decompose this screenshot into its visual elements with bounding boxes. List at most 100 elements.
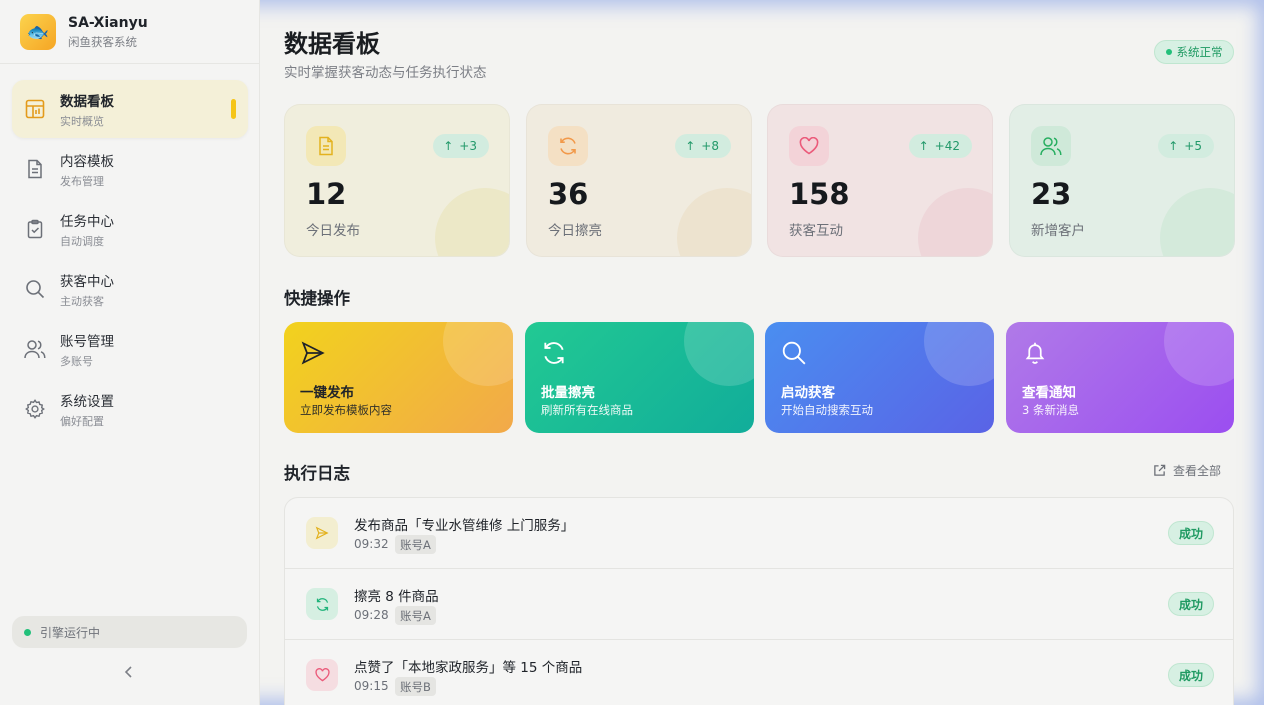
logs-title: 执行日志 [284, 464, 350, 483]
status-dot [1165, 49, 1172, 55]
stat-label: 新增客户 [1031, 223, 1085, 239]
sidebar-item-settings[interactable]: 系统设置 偏好配置 [12, 380, 248, 438]
clipboard-check-icon [24, 218, 46, 240]
app-subtitle: 闲鱼获客系统 [68, 34, 137, 49]
quick-actions-title: 快捷操作 [284, 289, 350, 308]
system-status-badge: 系统正常 [1154, 40, 1234, 64]
action-subtitle: 3 条新消息 [1022, 403, 1079, 417]
stat-card-publish: ↑ +3 12 今日发布 [284, 104, 510, 257]
sidebar-item-templates[interactable]: 内容模板 发布管理 [12, 140, 248, 198]
sidebar-nav: 数据看板 实时概览 内容模板 发布管理 任务中心 自动调度 获客中心 主动获客 … [12, 80, 248, 440]
action-subtitle: 刷新所有在线商品 [541, 403, 633, 417]
batch-polish-button[interactable]: 批量擦亮 刷新所有在线商品 [525, 322, 754, 433]
sidebar-item-sub: 偏好配置 [60, 414, 104, 428]
engine-status: 引擎运行中 [12, 616, 247, 648]
app-name: SA-Xianyu [68, 14, 148, 31]
heart-icon [306, 659, 338, 691]
stat-value: 12 [306, 177, 347, 211]
stat-delta: ↑ +42 [908, 134, 972, 158]
log-item: 擦亮 8 件商品 09:28 账号A 成功 [285, 569, 1233, 640]
stat-label: 今日发布 [306, 223, 360, 239]
status-dot [24, 628, 31, 636]
collapse-sidebar-button[interactable] [119, 662, 139, 682]
search-icon [24, 278, 46, 300]
search-icon [782, 341, 806, 365]
log-status-badge: 成功 [1168, 592, 1214, 616]
sidebar-item-label: 系统设置 [60, 393, 114, 410]
divider [0, 63, 259, 64]
stat-value: 36 [548, 177, 589, 211]
refresh-icon [544, 342, 564, 364]
sidebar-item-tasks[interactable]: 任务中心 自动调度 [12, 200, 248, 258]
sidebar-item-dashboard[interactable]: 数据看板 实时概览 [12, 80, 248, 138]
arrow-up-icon: ↑ [685, 139, 696, 153]
sidebar-item-accounts[interactable]: 账号管理 多账号 [12, 320, 248, 378]
action-title: 查看通知 [1022, 385, 1076, 401]
action-title: 批量擦亮 [541, 385, 595, 401]
view-notifications-button[interactable]: 查看通知 3 条新消息 [1006, 322, 1234, 433]
action-subtitle: 开始自动搜索互动 [781, 403, 873, 417]
sidebar-item-sub: 实时概览 [60, 114, 104, 128]
gear-icon [24, 398, 46, 420]
log-text: 擦亮 8 件商品 [354, 589, 439, 605]
send-icon [306, 517, 338, 549]
log-text: 发布商品「专业水管维修 上门服务」 [354, 518, 575, 534]
log-account-tag: 账号A [395, 535, 436, 554]
refresh-icon [306, 588, 338, 620]
refresh-icon [548, 126, 588, 166]
stat-label: 获客互动 [789, 223, 843, 239]
log-account-tag: 账号B [395, 677, 436, 696]
log-time: 09:28 [354, 608, 389, 622]
dashboard-icon [24, 98, 46, 120]
log-account-tag: 账号A [395, 606, 436, 625]
sidebar-item-label: 内容模板 [60, 153, 114, 170]
log-text: 点赞了「本地家政服务」等 15 个商品 [354, 660, 583, 676]
stat-delta: ↑ +5 [1158, 134, 1214, 158]
sidebar-item-sub: 发布管理 [60, 174, 104, 188]
brand: 🐟 SA-Xianyu 闲鱼获客系统 [20, 14, 148, 50]
app-window: 🐟 SA-Xianyu 闲鱼获客系统 数据看板 实时概览 内容模板 发布管理 任… [0, 0, 1264, 705]
start-acquire-button[interactable]: 启动获客 开始自动搜索互动 [765, 322, 994, 433]
sidebar-item-label: 账号管理 [60, 333, 114, 350]
arrow-up-icon: ↑ [918, 139, 929, 153]
log-item: 发布商品「专业水管维修 上门服务」 09:32 账号A 成功 [285, 498, 1233, 569]
stat-delta: ↑ +8 [675, 134, 731, 158]
users-icon [1031, 126, 1071, 166]
sidebar-item-sub: 自动调度 [60, 234, 104, 248]
chevron-left-icon [124, 666, 132, 678]
view-all-label: 查看全部 [1173, 464, 1222, 478]
stat-value: 158 [789, 177, 850, 211]
stat-delta: ↑ +3 [433, 134, 489, 158]
app-logo: 🐟 [20, 14, 56, 50]
log-list: 发布商品「专业水管维修 上门服务」 09:32 账号A 成功 擦亮 8 件商品 … [284, 497, 1234, 705]
action-subtitle: 立即发布模板内容 [300, 403, 392, 417]
sidebar-item-sub: 主动获客 [60, 294, 104, 308]
log-time: 09:32 [354, 537, 389, 551]
stat-label: 今日擦亮 [548, 223, 602, 239]
sidebar-item-label: 任务中心 [60, 213, 114, 230]
page-subtitle: 实时掌握获客动态与任务执行状态 [284, 65, 487, 81]
sidebar-item-label: 数据看板 [60, 93, 114, 110]
action-title: 一键发布 [300, 385, 354, 401]
stat-value: 23 [1031, 177, 1072, 211]
page-title: 数据看板 [284, 30, 380, 58]
external-link-icon [1154, 464, 1166, 476]
log-status-badge: 成功 [1168, 663, 1214, 687]
action-title: 启动获客 [781, 385, 835, 401]
view-all-link[interactable]: 查看全部 [1153, 462, 1221, 479]
sidebar-item-acquire[interactable]: 获客中心 主动获客 [12, 260, 248, 318]
log-time: 09:15 [354, 679, 389, 693]
document-icon [306, 126, 346, 166]
send-icon [301, 341, 325, 365]
bell-icon [1025, 342, 1045, 364]
main-content: 数据看板 实时掌握获客动态与任务执行状态 系统正常 ↑ +3 12 今日发布 ↑ +… [260, 0, 1264, 705]
document-icon [24, 158, 46, 180]
active-indicator [231, 99, 236, 119]
publish-now-button[interactable]: 一键发布 立即发布模板内容 [284, 322, 513, 433]
users-icon [24, 338, 46, 360]
sidebar: 🐟 SA-Xianyu 闲鱼获客系统 数据看板 实时概览 内容模板 发布管理 任… [0, 0, 260, 705]
stat-card-polish: ↑ +8 36 今日擦亮 [526, 104, 752, 257]
log-status-badge: 成功 [1168, 521, 1214, 545]
system-status-text: 系统正常 [1176, 45, 1223, 59]
sidebar-item-label: 获客中心 [60, 273, 114, 290]
